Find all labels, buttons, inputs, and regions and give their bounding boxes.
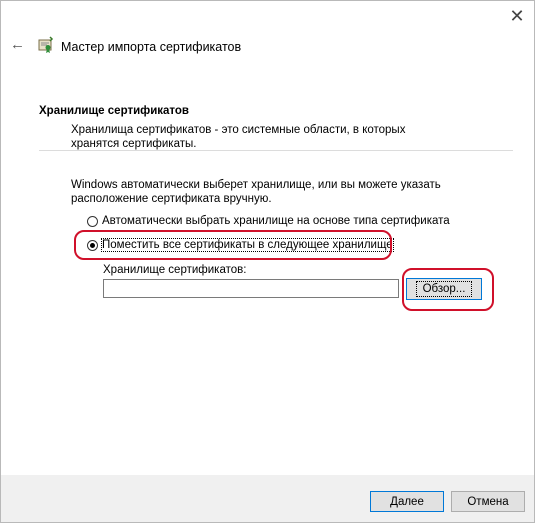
section-description: Хранилища сертификатов - это системные о… bbox=[71, 124, 406, 150]
close-icon[interactable]: ✕ bbox=[508, 7, 526, 25]
radio-auto-store[interactable]: Автоматически выбрать хранилище на основ… bbox=[87, 213, 450, 229]
certificate-wizard-icon bbox=[38, 36, 54, 53]
next-button[interactable]: Далее bbox=[370, 491, 444, 512]
intro-text: Windows автоматически выберет хранилище,… bbox=[71, 179, 441, 205]
certificate-store-input[interactable] bbox=[103, 279, 399, 298]
highlight-manual-option bbox=[74, 230, 392, 260]
section-title: Хранилище сертификатов bbox=[39, 105, 189, 117]
wizard-title: Мастер импорта сертификатов bbox=[61, 40, 242, 54]
header-divider bbox=[39, 150, 513, 151]
dialog-window: ✕ ← Мастер импорта сертификатов Хранилищ… bbox=[0, 0, 535, 523]
store-label: Хранилище сертификатов: bbox=[103, 264, 247, 276]
back-arrow-icon[interactable]: ← bbox=[10, 37, 25, 52]
cancel-button[interactable]: Отмена bbox=[451, 491, 525, 512]
highlight-browse-button bbox=[402, 268, 494, 311]
radio-label-auto: Автоматически выбрать хранилище на основ… bbox=[102, 215, 450, 227]
radio-button-auto[interactable] bbox=[87, 215, 98, 227]
